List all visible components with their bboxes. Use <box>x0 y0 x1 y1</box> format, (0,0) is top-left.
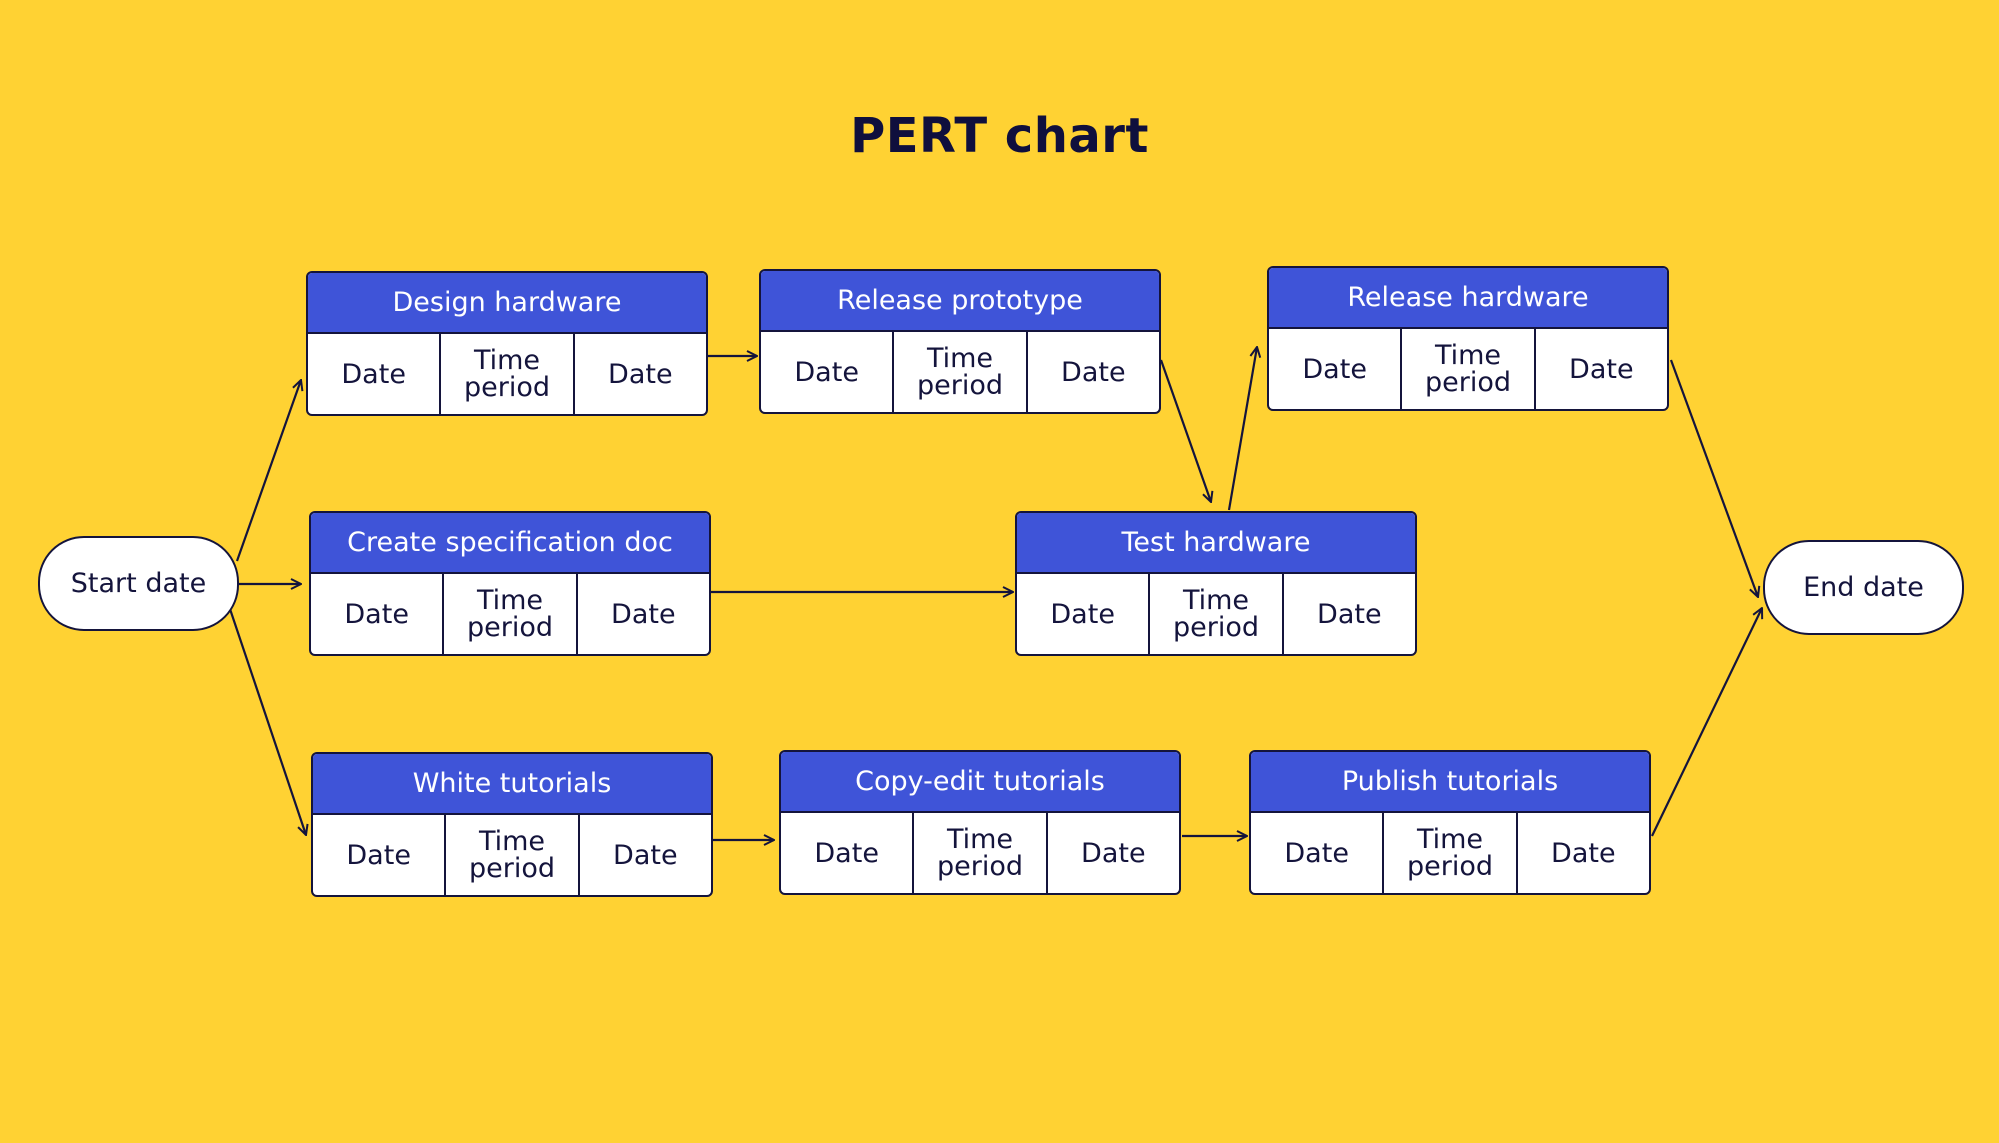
time-period: Time period <box>442 574 575 654</box>
task-white-tutorials: White tutorials Date Time period Date <box>311 752 713 897</box>
task-title: Release prototype <box>761 271 1159 332</box>
task-release-prototype: Release prototype Date Time period Date <box>759 269 1161 414</box>
task-title: Create specification doc <box>311 513 709 574</box>
early-start-date: Date <box>794 356 859 388</box>
early-finish-date: Date <box>1281 574 1415 654</box>
early-start-date: Date <box>344 598 409 630</box>
time-period: Time period <box>912 813 1045 893</box>
early-finish-date: Date <box>1533 329 1667 409</box>
early-finish-date: Date <box>572 334 706 414</box>
time-period: Time period <box>892 332 1025 412</box>
time-period: Time period <box>439 334 572 414</box>
task-title: Publish tutorials <box>1251 752 1649 813</box>
early-start-date: Date <box>1050 598 1115 630</box>
edge-release-hardware-to-end <box>1669 359 1758 597</box>
task-title: Test hardware <box>1017 513 1415 574</box>
task-title: Release hardware <box>1269 268 1667 329</box>
early-start-date: Date <box>1302 353 1367 385</box>
task-create-specification-doc: Create specification doc Date Time perio… <box>309 511 711 656</box>
time-period: Time period <box>444 815 577 895</box>
early-start-date: Date <box>346 839 411 871</box>
time-period: Time period <box>1382 813 1515 893</box>
edges-layer <box>228 0 1999 1143</box>
time-period: Time period <box>1400 329 1533 409</box>
task-design-hardware: Design hardware Date Time period Date <box>306 271 708 416</box>
task-test-hardware: Test hardware Date Time period Date <box>1015 511 1417 656</box>
edge-release-prototype-to-test-hardware <box>1159 359 1211 502</box>
task-title: White tutorials <box>313 754 711 815</box>
edge-test-hardware-to-release-hardware <box>1227 347 1257 511</box>
early-finish-date: Date <box>1025 332 1159 412</box>
early-start-date: Date <box>1284 837 1349 869</box>
edge-publish-tutorials-to-end <box>1651 608 1762 837</box>
task-copy-edit-tutorials: Copy-edit tutorials Date Time period Dat… <box>779 750 1181 895</box>
start-date-node: Start date <box>38 536 239 631</box>
task-title: Design hardware <box>308 273 706 334</box>
early-finish-date: Date <box>575 574 709 654</box>
time-period: Time period <box>1148 574 1281 654</box>
edge-start-to-design-hardware <box>235 380 301 562</box>
end-date-label: End date <box>1803 572 1924 603</box>
edge-start-to-white-tutorials <box>228 608 306 835</box>
early-start-date: Date <box>814 837 879 869</box>
task-publish-tutorials: Publish tutorials Date Time period Date <box>1249 750 1651 895</box>
early-finish-date: Date <box>1045 813 1179 893</box>
early-finish-date: Date <box>1515 813 1649 893</box>
end-date-node: End date <box>1763 540 1964 635</box>
start-date-label: Start date <box>70 568 207 599</box>
task-title: Copy-edit tutorials <box>781 752 1179 813</box>
task-release-hardware: Release hardware Date Time period Date <box>1267 266 1669 411</box>
early-finish-date: Date <box>577 815 711 895</box>
early-start-date: Date <box>341 358 406 390</box>
